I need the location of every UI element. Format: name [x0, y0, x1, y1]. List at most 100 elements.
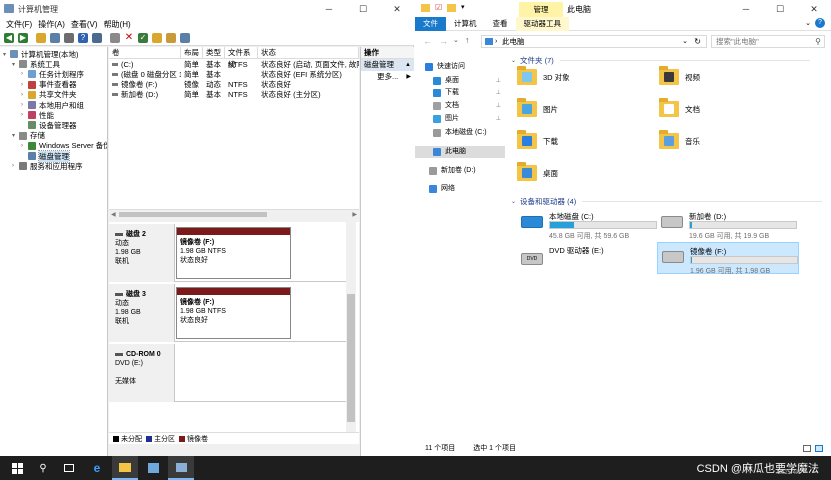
tree-item[interactable]: › Windows Server 备份	[21, 141, 107, 151]
menu-action[interactable]: 操作(A)	[38, 19, 65, 30]
cm-titlebar[interactable]: 计算机管理 ─ ☐ ✕	[0, 0, 414, 18]
forward-arrow-icon[interactable]: →	[439, 36, 448, 46]
details-view-icon[interactable]	[803, 445, 811, 452]
tab-drive-tools[interactable]: 驱动器工具	[515, 16, 569, 31]
scroll-thumb[interactable]	[347, 294, 355, 422]
tree-item[interactable]: 设备管理器	[21, 120, 77, 130]
close-button[interactable]: ✕	[380, 0, 414, 18]
tab-view[interactable]: 查看	[485, 17, 516, 31]
check-icon[interactable]: ✓	[138, 32, 148, 43]
export-icon[interactable]	[166, 32, 176, 43]
expand-icon[interactable]: ›	[21, 102, 28, 108]
col-type[interactable]: 类型	[203, 47, 225, 59]
tree-item[interactable]: ▾ 系统工具	[12, 59, 60, 69]
close-button[interactable]: ✕	[797, 0, 831, 18]
pin-icon[interactable]: ⊥	[496, 75, 501, 87]
nav-item[interactable]: 下载 ⊥	[415, 87, 505, 99]
taskbar-file-explorer[interactable]	[112, 456, 138, 480]
taskbar-computer-management[interactable]	[168, 456, 194, 480]
search-button[interactable]: ⚲	[30, 456, 56, 480]
horizontal-scrollbar[interactable]: ◀ ▶	[109, 209, 359, 219]
actions-more[interactable]: 更多... ▶	[361, 71, 414, 83]
minimize-button[interactable]: ─	[729, 0, 763, 18]
maximize-button[interactable]: ☐	[346, 0, 380, 18]
disk-info[interactable]: 磁盘 2 动态 1.98 GB 联机	[109, 224, 175, 282]
tree-item[interactable]: › 共享文件夹	[21, 90, 77, 100]
folder-item[interactable]: 桌面	[517, 162, 558, 181]
search-icon[interactable]	[152, 32, 162, 43]
tree-item[interactable]: ▾ 存储	[12, 131, 45, 141]
console-tree-icon[interactable]	[50, 32, 60, 43]
tree-item[interactable]: › 服务和应用程序	[12, 161, 83, 171]
tab-computer[interactable]: 计算机	[446, 17, 485, 31]
nav-item[interactable]: 网络	[415, 183, 505, 195]
expand-icon[interactable]: ›	[12, 163, 19, 169]
expand-icon[interactable]: ›	[21, 92, 28, 98]
breadcrumb[interactable]: 此电脑	[502, 37, 525, 46]
expand-icon[interactable]: ›	[21, 82, 28, 88]
refresh-icon[interactable]: ↻	[694, 36, 701, 47]
col-filesystem[interactable]: 文件系统	[225, 47, 258, 69]
tree-item[interactable]: › 事件查看器	[21, 80, 77, 90]
expand-icon[interactable]: ›	[21, 71, 28, 77]
folder-item[interactable]: 图片	[517, 98, 558, 117]
snap-in-icon[interactable]	[92, 32, 102, 43]
nav-item[interactable]: 图片 ⊥	[415, 113, 505, 125]
tree-item[interactable]: › 本地用户和组	[21, 100, 84, 110]
actions-section-disk-management[interactable]: 磁盘管理 ▲	[361, 59, 414, 71]
explorer-titlebar[interactable]: ☑ ▾ 管理 此电脑 ─ ☐ ✕	[415, 0, 831, 17]
folder-item[interactable]: 音乐	[659, 130, 700, 149]
quick-access-toolbar-icon[interactable]	[421, 4, 430, 12]
expand-icon[interactable]: ▾	[3, 51, 10, 58]
delete-icon[interactable]: ✕	[124, 32, 134, 43]
disk-row[interactable]: 磁盘 3 动态 1.98 GB 联机 镜像卷 (F:) 1.98 GB NTFS 状态良好	[109, 284, 346, 342]
drive-item[interactable]: 本地磁盘 (C:) 45.8 GB 可用, 共 59.6 GB	[517, 208, 659, 240]
folder-item[interactable]: 3D 对象	[517, 66, 570, 85]
drives-section-header[interactable]: ⌄ 设备和驱动器 (4)	[511, 196, 823, 207]
large-icons-view-icon[interactable]	[815, 445, 823, 452]
drive-item[interactable]: 镜像卷 (F:) 1.96 GB 可用, 共 1.98 GB	[657, 242, 799, 275]
disk-info[interactable]: 磁盘 3 动态 1.98 GB 联机	[109, 284, 175, 342]
up-arrow-icon[interactable]: ↑	[465, 35, 470, 45]
back-arrow-icon[interactable]: ◀	[4, 32, 14, 43]
scroll-left-icon[interactable]: ◀	[111, 211, 116, 218]
expand-icon[interactable]: ›	[21, 112, 28, 118]
table-row[interactable]: 新加卷 (D:) 简单 基本 NTFS 状态良好 (主分区)	[109, 90, 359, 100]
col-volume[interactable]: 卷	[109, 47, 181, 59]
nav-item[interactable]: 本地磁盘 (C:)	[415, 127, 505, 139]
view-icon[interactable]	[180, 32, 190, 43]
expand-icon[interactable]: ›	[21, 143, 28, 149]
expand-ribbon-icon[interactable]: ⌄	[805, 19, 811, 27]
folder-item[interactable]: 视频	[659, 66, 700, 85]
col-status[interactable]: 状态	[258, 47, 359, 59]
drive-item[interactable]: DVD DVD 驱动器 (E:)	[517, 242, 659, 274]
expand-icon[interactable]: ▾	[12, 61, 19, 68]
scroll-thumb[interactable]	[119, 212, 267, 217]
address-bar[interactable]: › 此电脑 ⌄ ↻	[481, 35, 707, 48]
pin-icon[interactable]: ⊥	[496, 100, 501, 112]
disk-info[interactable]: CD-ROM 0 DVD (E:) 无媒体	[109, 344, 175, 402]
dropdown-icon[interactable]: ▾	[461, 3, 465, 11]
table-row[interactable]: (磁盘 0 磁盘分区 1) 简单 基本 状态良好 (EFI 系统分区)	[109, 70, 359, 80]
menu-view[interactable]: 查看(V)	[71, 19, 98, 30]
tree-item[interactable]: 磁盘管理	[21, 149, 70, 163]
tree-item[interactable]: › 性能	[21, 110, 54, 120]
table-row[interactable]: 镜像卷 (F:) 镜像 动态 NTFS 状态良好	[109, 80, 359, 90]
taskbar-server-manager[interactable]	[140, 456, 166, 480]
nav-item[interactable]: 新加卷 (D:)	[415, 165, 505, 177]
table-row[interactable]: (C:) 简单基本 NTFS 状态良好 (启动, 页面文件, 故障转	[109, 60, 359, 70]
back-arrow-icon[interactable]: ←	[423, 36, 432, 46]
drive-item[interactable]: 新加卷 (D:) 19.6 GB 可用, 共 19.9 GB	[657, 208, 799, 240]
start-button[interactable]	[4, 456, 30, 480]
address-dropdown-icon[interactable]: ⌄	[682, 36, 688, 47]
nav-item[interactable]: 快速访问	[415, 61, 505, 73]
folder-item[interactable]: 下载	[517, 130, 558, 149]
properties-check-icon[interactable]: ☑	[435, 3, 442, 12]
new-folder-icon[interactable]	[447, 4, 456, 12]
folders-section-header[interactable]: ⌄ 文件夹 (7)	[511, 55, 810, 66]
help-icon[interactable]: ?	[78, 32, 88, 43]
expand-icon[interactable]: ▾	[12, 132, 19, 139]
scroll-right-icon[interactable]: ▶	[352, 211, 357, 218]
tree-item[interactable]: › 任务计划程序	[21, 69, 84, 79]
properties-icon[interactable]	[64, 32, 74, 43]
